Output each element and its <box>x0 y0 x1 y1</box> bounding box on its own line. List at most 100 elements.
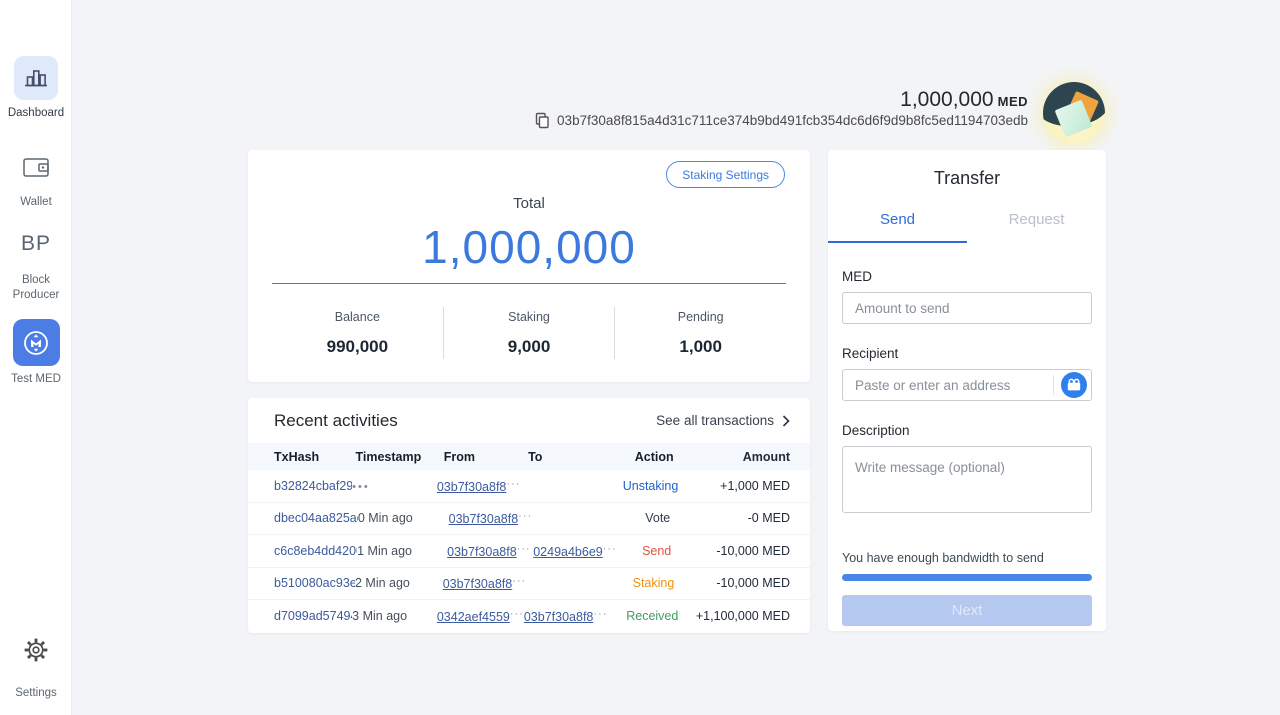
timestamp: 3 Min ago <box>352 609 407 623</box>
stat-staking-value: 9,000 <box>444 337 615 357</box>
amount-value: -10,000 MED <box>674 576 790 590</box>
avatar[interactable] <box>1043 82 1105 144</box>
transfer-card: Transfer Send Request MED Recipient <box>828 150 1106 631</box>
sidebar-item-dashboard[interactable]: Dashboard <box>0 56 72 121</box>
transfer-body: MED Recipient Description You have enoug… <box>828 269 1106 626</box>
bandwidth-message: You have enough bandwidth to send <box>842 551 1092 565</box>
activities-title: Recent activities <box>274 411 398 431</box>
to-address-link[interactable]: 03b7f30a8f8 <box>524 610 594 624</box>
txhash-link[interactable]: dbec04aa825ae5 <box>274 511 358 525</box>
tab-send[interactable]: Send <box>828 201 967 243</box>
address-book-icon[interactable] <box>1061 372 1087 398</box>
sidebar-item-test-med[interactable]: Test MED <box>0 319 72 387</box>
stat-balance-label: Balance <box>272 310 443 324</box>
to-address-link[interactable]: 0249a4b6e9 <box>533 545 603 559</box>
recipient-label: Recipient <box>842 346 1092 361</box>
stat-staking: Staking 9,000 <box>444 310 615 357</box>
see-all-transactions-link[interactable]: See all transactions <box>656 413 790 428</box>
bp-text-icon: BP <box>21 232 51 255</box>
amount-value: +1,100,000 MED <box>678 609 790 623</box>
recipient-input[interactable] <box>842 369 1092 401</box>
chevron-right-icon <box>782 415 790 427</box>
stat-balance-value: 990,000 <box>272 337 443 357</box>
total-card: Staking Settings Total 1,000,000 Balance… <box>248 150 810 382</box>
amount-value: -0 MED <box>670 511 790 525</box>
recipient-field <box>842 361 1092 401</box>
action-label: Received <box>626 609 678 623</box>
transfer-tabs: Send Request <box>828 201 1106 243</box>
col-header-action: Action <box>635 450 674 464</box>
table-header: TxHash Timestamp From To Action Amount <box>248 443 810 470</box>
from-address-link[interactable]: 03b7f30a8f8 <box>437 480 507 494</box>
col-header-to: To <box>528 450 635 464</box>
see-all-label: See all transactions <box>656 413 774 428</box>
stat-pending-label: Pending <box>615 310 786 324</box>
amount-label: MED <box>842 269 1092 284</box>
description-label: Description <box>842 423 1092 438</box>
action-label: Unstaking <box>623 479 679 493</box>
table-row: dbec04aa825ae5 0 Min ago 03b7f30a8f8··· … <box>248 503 810 536</box>
col-header-from: From <box>444 450 528 464</box>
account-address: 03b7f30a8f815a4d31c711ce374b9bd491fcb354… <box>557 113 1028 128</box>
txhash-link[interactable]: d7099ad57494f0 <box>274 609 352 623</box>
total-label: Total <box>248 195 810 212</box>
account-balance: 1,000,000 MED <box>900 88 1028 112</box>
timestamp: 1 Min ago <box>357 544 412 558</box>
from-address-link[interactable]: 03b7f30a8f8 <box>447 545 517 559</box>
account-balance-amount: 1,000,000 <box>900 88 993 111</box>
copy-icon[interactable] <box>534 112 550 129</box>
sidebar-label-dashboard: Dashboard <box>0 106 72 121</box>
table-row: c6c8eb4dd42003 1 Min ago 03b7f30a8f8··· … <box>248 535 810 568</box>
wallet-icon <box>14 145 58 189</box>
from-address-link[interactable]: 03b7f30a8f8 <box>449 512 519 526</box>
sidebar: Dashboard Wallet BP Block Producer <box>0 0 72 715</box>
timestamp-pending-dots: ••• <box>352 481 370 493</box>
total-divider <box>272 283 786 284</box>
table-row: b510080ac93e74 2 Min ago 03b7f30a8f8··· … <box>248 568 810 601</box>
col-header-amount: Amount <box>674 450 790 464</box>
dashboard-screen: Dashboard Wallet BP Block Producer <box>0 0 1280 715</box>
account-address-row: 03b7f30a8f815a4d31c711ce374b9bd491fcb354… <box>534 112 1028 129</box>
next-button[interactable]: Next <box>842 595 1092 626</box>
timestamp: 2 Min ago <box>355 576 410 590</box>
txhash-link[interactable]: c6c8eb4dd42003 <box>274 544 357 558</box>
medibloc-logo-icon <box>13 319 60 366</box>
total-value: 1,000,000 <box>248 220 810 274</box>
txhash-link[interactable]: b32824cbaf29f85 <box>274 479 352 493</box>
account-balance-unit: MED <box>998 94 1028 109</box>
sidebar-label-wallet: Wallet <box>0 195 72 210</box>
bandwidth-progress-bar <box>842 574 1092 581</box>
sidebar-label-test-med: Test MED <box>0 372 72 387</box>
amount-value: -10,000 MED <box>671 544 790 558</box>
stat-pending-value: 1,000 <box>615 337 786 357</box>
gear-icon <box>14 628 58 672</box>
amount-input[interactable] <box>842 292 1092 324</box>
sidebar-item-settings[interactable]: Settings <box>0 628 72 701</box>
staking-settings-button[interactable]: Staking Settings <box>666 161 785 188</box>
stat-balance: Balance 990,000 <box>272 310 443 357</box>
from-address-link[interactable]: 0342aef4559 <box>437 610 510 624</box>
sidebar-label-block-producer: Block Producer <box>0 273 72 303</box>
sidebar-label-settings: Settings <box>0 686 72 701</box>
sidebar-item-wallet[interactable]: Wallet <box>0 145 72 210</box>
from-address-link[interactable]: 03b7f30a8f8 <box>443 577 513 591</box>
action-label: Send <box>642 544 671 558</box>
stat-pending: Pending 1,000 <box>615 310 786 357</box>
recent-activities-card: Recent activities See all transactions T… <box>248 398 810 633</box>
stats-row: Balance 990,000 Staking 9,000 Pending 1,… <box>272 302 786 364</box>
txhash-link[interactable]: b510080ac93e74 <box>274 576 355 590</box>
activities-header: Recent activities See all transactions <box>248 398 810 443</box>
amount-value: +1,000 MED <box>678 479 790 493</box>
action-label: Vote <box>645 511 670 525</box>
action-label: Staking <box>633 576 675 590</box>
sidebar-item-block-producer[interactable]: BP Block Producer <box>0 232 72 303</box>
col-header-timestamp: Timestamp <box>355 450 443 464</box>
table-row: d7099ad57494f0 3 Min ago 0342aef4559··· … <box>248 600 810 633</box>
description-textarea[interactable] <box>842 446 1092 513</box>
tab-request[interactable]: Request <box>967 201 1106 243</box>
transfer-title: Transfer <box>828 168 1106 189</box>
timestamp: 0 Min ago <box>358 511 413 525</box>
address-ellipsis: ··· <box>506 478 520 490</box>
col-header-txhash: TxHash <box>274 450 355 464</box>
table-row: b32824cbaf29f85 ••• 03b7f30a8f8··· Unsta… <box>248 470 810 503</box>
